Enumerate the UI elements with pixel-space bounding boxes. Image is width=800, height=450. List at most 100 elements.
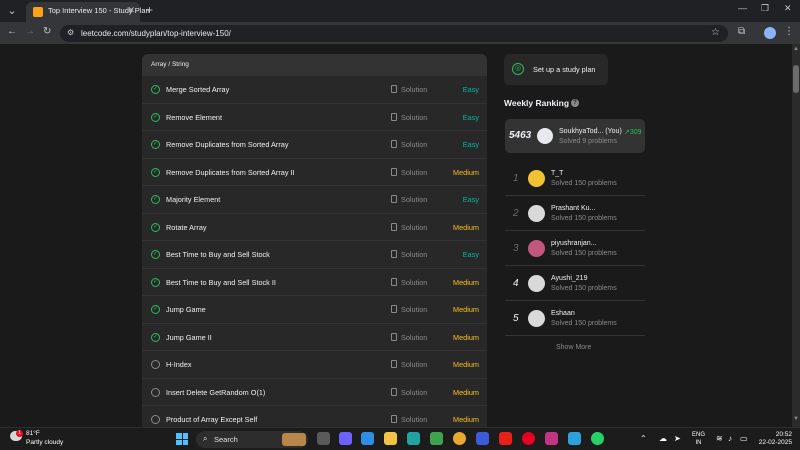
- solution-link[interactable]: Solution: [401, 195, 427, 204]
- new-tab-icon[interactable]: +: [146, 3, 153, 17]
- question-title[interactable]: Merge Sorted Array: [166, 85, 229, 94]
- whatsapp-icon[interactable]: [591, 432, 604, 445]
- question-title[interactable]: Majority Element: [166, 195, 220, 204]
- solution-link[interactable]: Solution: [401, 168, 427, 177]
- user-avatar: [528, 205, 545, 222]
- solution-link[interactable]: Solution: [401, 113, 427, 122]
- question-title[interactable]: Best Time to Buy and Sell Stock: [166, 250, 270, 259]
- question-title[interactable]: Jump Game II: [166, 333, 212, 342]
- setup-study-plan-button[interactable]: ◎ Set up a study plan: [504, 54, 608, 85]
- instagram-icon[interactable]: [545, 432, 558, 445]
- question-title[interactable]: Rotate Array: [166, 223, 207, 232]
- scroll-down-icon[interactable]: ▼: [793, 416, 799, 422]
- youtube-icon[interactable]: [499, 432, 512, 445]
- file-explorer-icon[interactable]: [384, 432, 397, 445]
- close-window-icon[interactable]: ✕: [784, 3, 792, 14]
- username[interactable]: piyushranjan...: [551, 240, 597, 247]
- question-title[interactable]: Remove Duplicates from Sorted Array: [166, 140, 288, 149]
- question-row[interactable]: ✓ Best Time to Buy and Sell Stock Solution…: [142, 241, 487, 269]
- wifi-icon[interactable]: ≋: [716, 434, 723, 443]
- ranking-row[interactable]: 2 Prashant Ku... Solved 150 problems: [505, 196, 645, 231]
- profile-avatar[interactable]: [764, 27, 776, 39]
- solution-link[interactable]: Solution: [401, 250, 427, 259]
- question-title[interactable]: H-Index: [166, 360, 192, 369]
- language-indicator[interactable]: ENG IN: [692, 431, 705, 447]
- battery-icon[interactable]: ▭: [740, 434, 748, 443]
- question-title[interactable]: Remove Duplicates from Sorted Array II: [166, 168, 295, 177]
- chrome-icon[interactable]: [453, 432, 466, 445]
- my-ranking-card[interactable]: 5463 SoukhyaTod... (You) ↗309 Solved 9 p…: [505, 119, 645, 153]
- tab-search-icon[interactable]: ⌄: [4, 3, 20, 19]
- weather-description[interactable]: Partly cloudy: [26, 439, 63, 446]
- question-row[interactable]: Product of Array Except Self Solution Medi…: [142, 406, 487, 427]
- ranking-row[interactable]: 1 T_T Solved 150 problems: [505, 161, 645, 196]
- volume-icon[interactable]: ♪: [728, 434, 732, 443]
- solution-link[interactable]: Solution: [401, 85, 427, 94]
- scroll-up-icon[interactable]: ▲: [793, 46, 799, 52]
- scrollbar-thumb[interactable]: [793, 65, 799, 93]
- bookmark-star-icon[interactable]: ☆: [711, 27, 720, 38]
- solution-link[interactable]: Solution: [401, 415, 427, 424]
- menu-kebab-icon[interactable]: ⋮: [784, 26, 794, 37]
- clock[interactable]: 20:52 22-02-2025: [752, 431, 792, 447]
- question-row[interactable]: ✓ Remove Duplicates from Sorted Array II S…: [142, 159, 487, 186]
- ranking-row[interactable]: 4 Ayushi_219 Solved 150 problems: [505, 266, 645, 301]
- solution-link[interactable]: Solution: [401, 360, 427, 369]
- extensions-icon[interactable]: ⧉: [738, 26, 745, 37]
- app-icon[interactable]: [476, 432, 489, 445]
- back-icon[interactable]: ←: [7, 26, 17, 37]
- ranking-row[interactable]: 3 piyushranjan... Solved 150 problems: [505, 231, 645, 266]
- solution-link[interactable]: Solution: [401, 333, 427, 342]
- store-icon[interactable]: [430, 432, 443, 445]
- solution-link[interactable]: Solution: [401, 140, 427, 149]
- telegram-icon[interactable]: [568, 432, 581, 445]
- show-more-button[interactable]: Show More: [556, 344, 591, 351]
- question-row[interactable]: ✓ Merge Sorted Array Solution Easy: [142, 76, 487, 104]
- question-row[interactable]: ✓ Rotate Array Solution Medium: [142, 214, 487, 241]
- question-row[interactable]: H-Index Solution Medium: [142, 351, 487, 379]
- browser-tab[interactable]: Top Interview 150 - Study Plan ✕: [26, 2, 150, 22]
- username[interactable]: T_T: [551, 170, 563, 177]
- question-title[interactable]: Remove Element: [166, 113, 222, 122]
- username[interactable]: Ayushi_219: [551, 275, 587, 282]
- site-info-icon[interactable]: ⚙: [67, 28, 74, 37]
- page-scrollbar[interactable]: [792, 44, 800, 427]
- onedrive-icon[interactable]: ☁: [659, 434, 667, 443]
- unsolved-circle-icon: [151, 415, 160, 424]
- question-row[interactable]: Insert Delete GetRandom O(1) Solution Medi…: [142, 379, 487, 406]
- minimize-icon[interactable]: —: [738, 3, 747, 13]
- question-row[interactable]: ✓ Remove Duplicates from Sorted Array Solu…: [142, 131, 487, 159]
- help-icon[interactable]: ?: [571, 99, 579, 107]
- ranking-row[interactable]: 5 Eshaan Solved 150 problems: [505, 301, 645, 336]
- solution-link[interactable]: Solution: [401, 278, 427, 287]
- forward-icon[interactable]: →: [25, 26, 35, 37]
- send-icon[interactable]: ➤: [674, 434, 681, 443]
- solution-link[interactable]: Solution: [401, 223, 427, 232]
- tab-close-icon[interactable]: ✕: [127, 5, 135, 16]
- question-row[interactable]: ✓ Jump Game II Solution Medium: [142, 324, 487, 351]
- question-row[interactable]: ✓ Jump Game Solution Medium: [142, 296, 487, 324]
- pinterest-icon[interactable]: [522, 432, 535, 445]
- windows-start-icon[interactable]: [176, 433, 188, 445]
- question-title[interactable]: Product of Array Except Self: [166, 415, 257, 424]
- task-view-icon[interactable]: [317, 432, 330, 445]
- edge-icon[interactable]: [407, 432, 420, 445]
- question-row[interactable]: ✓ Best Time to Buy and Sell Stock II Solut…: [142, 269, 487, 296]
- question-title[interactable]: Insert Delete GetRandom O(1): [166, 388, 265, 397]
- solution-link[interactable]: Solution: [401, 305, 427, 314]
- solution-link[interactable]: Solution: [401, 388, 427, 397]
- address-bar[interactable]: ⚙ leetcode.com/studyplan/top-interview-1…: [60, 25, 728, 42]
- username[interactable]: Eshaan: [551, 310, 575, 317]
- maximize-icon[interactable]: ❐: [761, 3, 769, 14]
- username[interactable]: Prashant Ku...: [551, 205, 595, 212]
- copilot-icon[interactable]: [339, 432, 352, 445]
- tray-chevron-icon[interactable]: ⌃: [640, 434, 647, 443]
- taskbar-search[interactable]: ⌕ Search: [196, 431, 308, 448]
- reload-icon[interactable]: ↻: [43, 26, 51, 37]
- question-row[interactable]: ✓ Majority Element Solution Easy: [142, 186, 487, 214]
- question-title[interactable]: Best Time to Buy and Sell Stock II: [166, 278, 276, 287]
- vscode-icon[interactable]: [361, 432, 374, 445]
- question-title[interactable]: Jump Game: [166, 305, 206, 314]
- question-row[interactable]: ✓ Remove Element Solution Easy: [142, 104, 487, 131]
- weather-temperature[interactable]: 81°F: [26, 430, 40, 437]
